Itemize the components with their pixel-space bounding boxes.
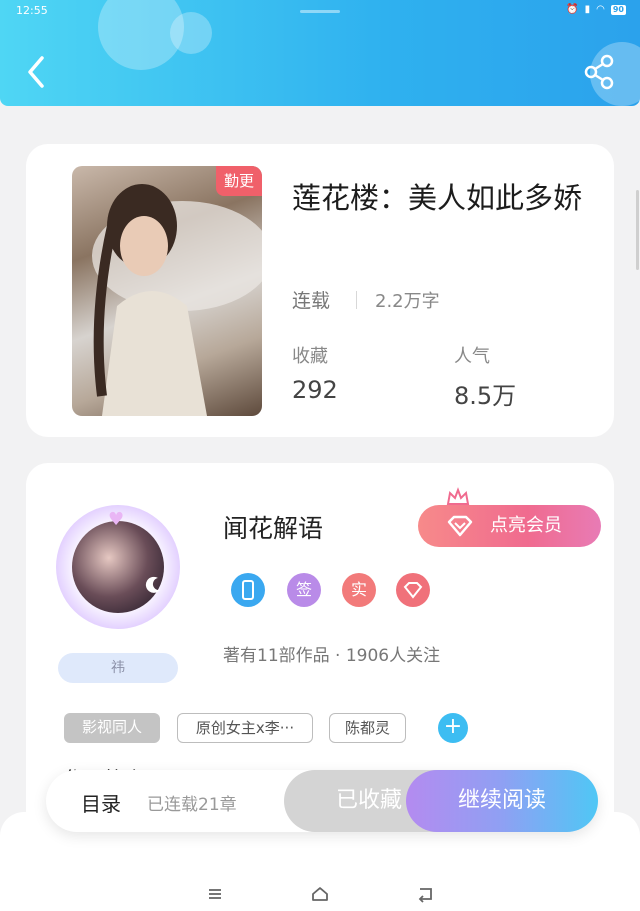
- tag-chip[interactable]: 原创女主x李···: [177, 713, 313, 743]
- popularity-value: 8.5万: [454, 382, 517, 410]
- continue-reading-button[interactable]: 继续阅读: [406, 770, 598, 832]
- avatar-frame[interactable]: ♥: [56, 505, 180, 629]
- book-cover[interactable]: 勤更: [72, 166, 262, 416]
- favorites-label: 收藏: [292, 346, 328, 367]
- home-icon: [312, 887, 328, 901]
- tag-chip[interactable]: 陈都灵: [329, 713, 406, 743]
- vip-badge-icon: [396, 573, 430, 607]
- battery-icon: 90: [610, 4, 626, 15]
- word-count: 2.2万字: [375, 291, 440, 312]
- home-button[interactable]: [305, 882, 335, 906]
- verified-badge: 实: [342, 573, 376, 607]
- vip-button-label: 点亮会员: [490, 515, 562, 536]
- tag-chip[interactable]: 影视同人: [64, 713, 160, 743]
- author-badge: 祎: [58, 653, 178, 683]
- decor-bubble: [170, 12, 212, 54]
- share-icon: [584, 54, 614, 90]
- share-button[interactable]: [580, 52, 620, 92]
- toc-button[interactable]: 目录: [81, 788, 121, 817]
- diamond-icon: [447, 515, 473, 537]
- chapter-count: 已连载21章: [147, 795, 237, 815]
- book-title: 莲花楼：美人如此多娇: [292, 181, 583, 215]
- alarm-icon: ⏰: [566, 4, 579, 15]
- crown-icon: [446, 487, 470, 505]
- popularity-label: 人气: [454, 346, 490, 367]
- status-icons: ⏰ ▮ ◠ 90: [566, 4, 626, 15]
- update-tag: 勤更: [216, 166, 262, 196]
- cover-illustration: [92, 184, 262, 416]
- author-name[interactable]: 闻花解语: [223, 509, 323, 545]
- sign-badge: 签: [287, 573, 321, 607]
- heart-icon: ♥: [108, 509, 125, 530]
- back-icon: [418, 888, 432, 903]
- signal-icon: ▮: [584, 4, 591, 15]
- book-info-card: 勤更 莲花楼：美人如此多娇 连载 2.2万字 收藏 292 人气 8.5万: [26, 144, 614, 437]
- moon-icon: [145, 576, 160, 593]
- status-notch: [300, 10, 340, 13]
- add-tag-button[interactable]: +: [438, 713, 468, 743]
- phone-badge-icon: [231, 573, 265, 607]
- book-status: 连载: [292, 290, 331, 312]
- divider: [356, 291, 357, 309]
- action-bar: 目录 已连载21章 已收藏 继续阅读: [46, 770, 598, 832]
- status-time: 12:55: [16, 4, 48, 17]
- wifi-icon: ◠: [596, 4, 605, 15]
- author-meta: 著有11部作品 · 1906人关注: [223, 646, 441, 666]
- scrollbar[interactable]: [636, 190, 639, 270]
- back-button[interactable]: [20, 52, 56, 92]
- avatar: [72, 521, 164, 613]
- menu-button[interactable]: [200, 882, 230, 906]
- chevron-left-icon: [28, 56, 44, 88]
- top-header: 12:55 ⏰ ▮ ◠ 90: [0, 0, 640, 106]
- favorites-value: 292: [292, 376, 338, 404]
- vip-button[interactable]: 点亮会员: [418, 505, 601, 547]
- menu-icon: [209, 889, 221, 899]
- system-back-button[interactable]: [410, 882, 440, 906]
